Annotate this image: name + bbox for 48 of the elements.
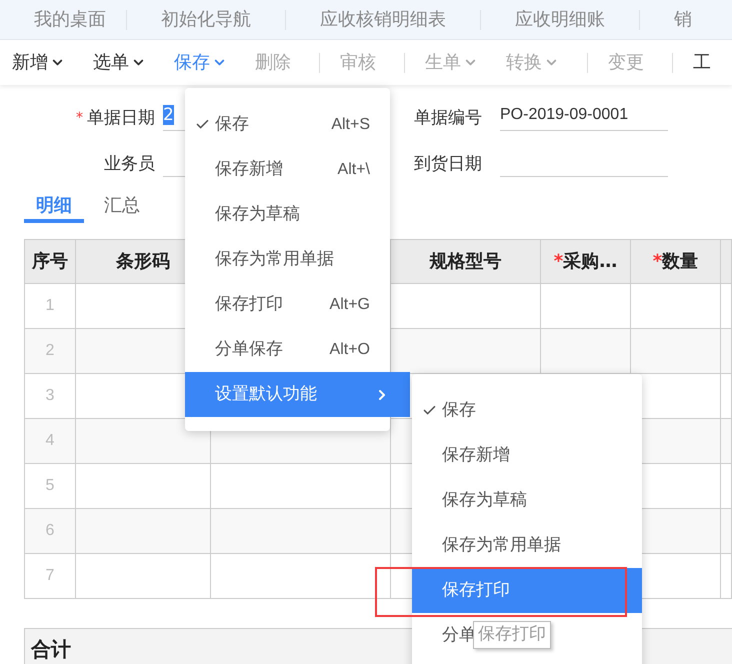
shortcut-label: Alt+G [330, 294, 370, 314]
menu-item[interactable]: 保存新增 [442, 442, 510, 468]
menu-item[interactable]: 分单保存 [215, 336, 283, 362]
menu-item[interactable]: 保存为草稿 [215, 202, 300, 228]
menu-item[interactable]: 保存新增 [215, 156, 283, 182]
table-cell [721, 419, 732, 464]
detail-tab[interactable]: 明细 [24, 191, 84, 223]
table-cell: 3 [25, 374, 76, 419]
table-cell: 6 [25, 509, 76, 554]
shortcut-label: Alt+O [330, 340, 370, 360]
table-cell [721, 284, 732, 329]
menu-item[interactable]: 保存 [215, 112, 249, 138]
table-cell: 2 [25, 329, 76, 374]
table-cell: 4 [25, 419, 76, 464]
detail-tab[interactable]: 汇总 [92, 191, 152, 223]
column-header: *数量 [631, 240, 721, 284]
toolbar-button[interactable]: 选单 [93, 49, 146, 76]
column-header: 规格型号 [391, 240, 541, 284]
menu-item[interactable]: 保存打印 [215, 292, 283, 318]
menu-item[interactable]: 保存为草稿 [442, 488, 527, 514]
table-cell: 7 [25, 554, 76, 599]
toolbar-button[interactable]: 新增 [12, 49, 65, 76]
table-cell [721, 509, 732, 554]
tooltip: 保存打印 [473, 621, 551, 649]
table-cell [721, 329, 732, 374]
menu-item[interactable]: 设置默认功能 [185, 372, 410, 417]
menu-item[interactable]: 保存为常用单据 [442, 532, 561, 558]
menu-item[interactable]: 保存 [442, 398, 476, 424]
menu-item[interactable]: 保存打印 [412, 568, 642, 613]
table-cell: 1 [25, 284, 76, 329]
field-label: 到货日期 [414, 152, 483, 176]
menu-item[interactable]: 分单 [442, 622, 476, 648]
field-label: 单据编号 [414, 106, 483, 130]
toolbar-button[interactable]: 工 [693, 49, 711, 76]
table-cell [721, 464, 732, 509]
table-cell: 5 [25, 464, 76, 509]
field-label: 业务员 [104, 152, 155, 176]
column-header: *采购… [541, 240, 631, 284]
toolbar-button[interactable]: 保存 [174, 49, 227, 76]
menu-item[interactable]: 保存为常用单据 [215, 246, 334, 272]
total-label: 合计 [31, 636, 71, 662]
shortcut-label: Alt+\ [338, 160, 370, 180]
column-header: 序号 [25, 240, 76, 284]
input-field[interactable]: PO-2019-09-0001 [500, 103, 668, 131]
shortcut-label: Alt+S [331, 114, 370, 134]
table-cell [721, 374, 732, 419]
field-label: 单据日期 [87, 106, 155, 130]
required-mark: * [76, 108, 83, 128]
